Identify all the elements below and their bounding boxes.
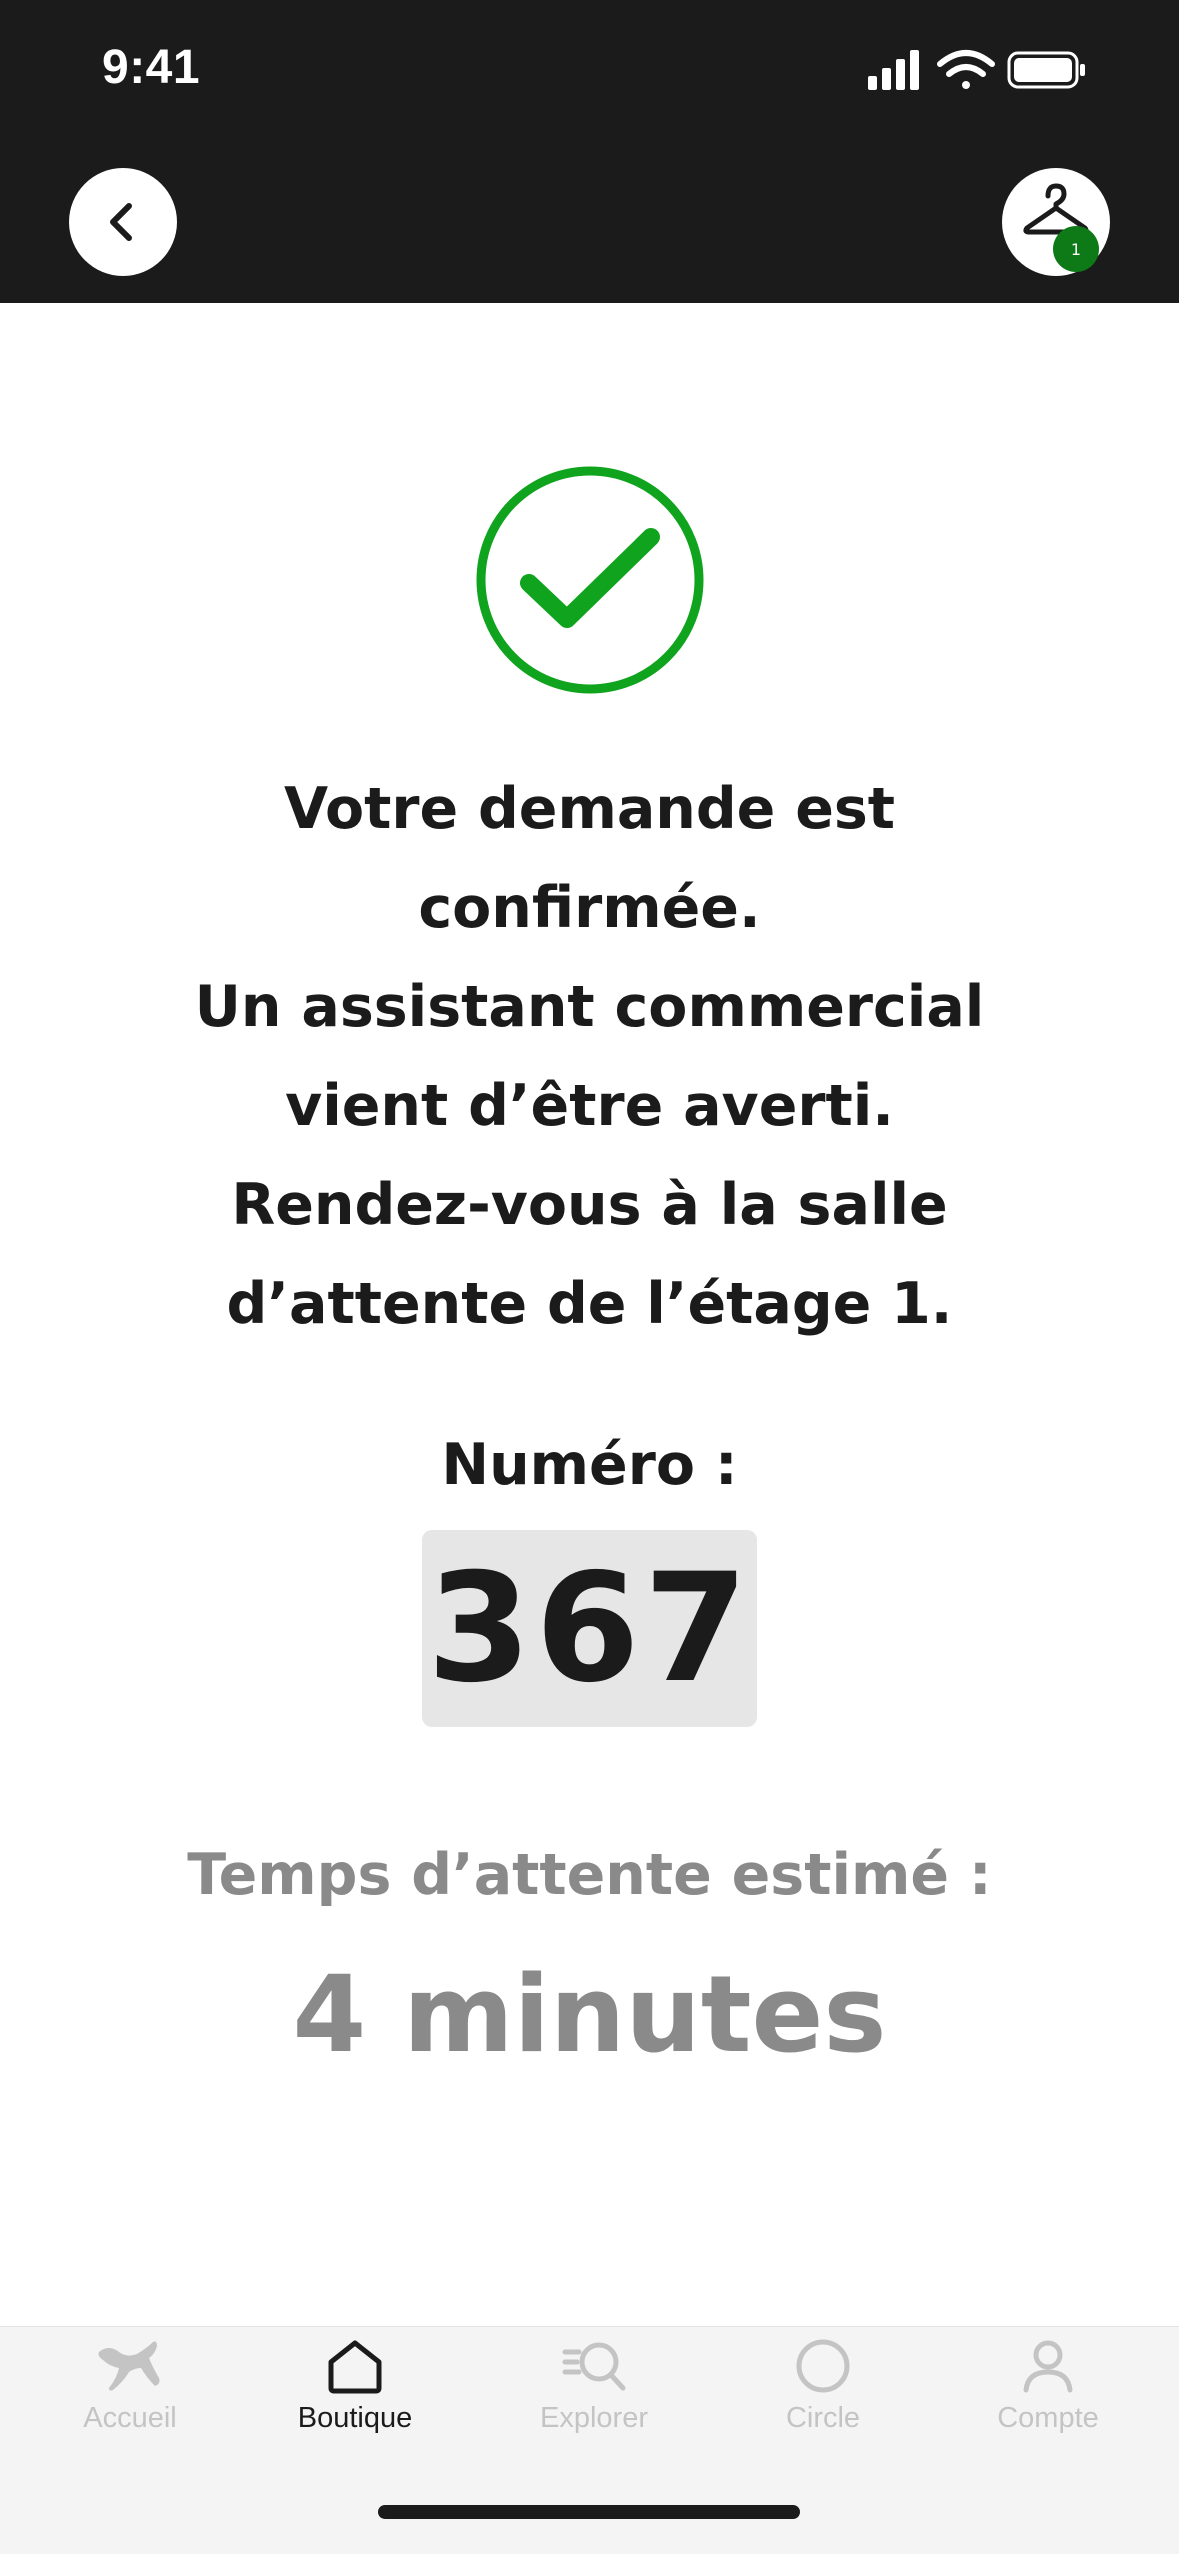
fitting-room-button[interactable]: 1 bbox=[1002, 168, 1110, 276]
success-check-icon bbox=[476, 466, 704, 694]
message-line: confirmée. bbox=[418, 875, 761, 941]
message-line: vient d’être averti. bbox=[285, 1073, 894, 1139]
tab-explorer[interactable]: Explorer bbox=[494, 2338, 694, 2458]
back-button[interactable] bbox=[69, 168, 177, 276]
person-icon bbox=[1023, 2340, 1073, 2393]
tab-label: Explorer bbox=[540, 2402, 648, 2434]
ticket-number: 367 bbox=[422, 1530, 757, 1727]
message-line: Rendez-vous à la salle bbox=[231, 1172, 948, 1238]
tab-label: Circle bbox=[785, 2402, 861, 2434]
circle-icon bbox=[796, 2339, 850, 2393]
message-line: d’attente de l’étage 1. bbox=[226, 1271, 953, 1337]
search-icon bbox=[562, 2342, 626, 2391]
status-icons bbox=[868, 50, 1085, 90]
top-header: 9:41 1 bbox=[0, 0, 1179, 303]
confirmation-message: Votre demande est confirmée. Un assistan… bbox=[150, 760, 1029, 1354]
chevron-left-icon bbox=[110, 203, 132, 241]
tab-label: Accueil bbox=[83, 2402, 177, 2434]
tab-accueil[interactable]: Accueil bbox=[30, 2338, 230, 2458]
home-indicator[interactable] bbox=[378, 2505, 800, 2519]
status-time: 9:41 bbox=[102, 41, 201, 94]
ticket-number-label: Numéro : bbox=[441, 1432, 738, 1498]
tab-compte[interactable]: Compte bbox=[948, 2338, 1148, 2458]
message-line: Votre demande est bbox=[283, 776, 896, 842]
wifi-icon bbox=[937, 50, 995, 89]
wait-time-label: Temps d’attente estimé : bbox=[187, 1842, 992, 1908]
tab-label: Boutique bbox=[297, 2402, 413, 2434]
battery-icon bbox=[1007, 51, 1085, 89]
message-line: Un assistant commercial bbox=[194, 974, 985, 1040]
tab-label: Compte bbox=[997, 2402, 1099, 2434]
home-icon bbox=[328, 2340, 382, 2394]
wait-time-value: 4 minutes bbox=[292, 1953, 887, 2076]
puma-icon bbox=[98, 2341, 160, 2391]
signal-icon bbox=[868, 50, 919, 90]
tab-circle[interactable]: Circle bbox=[723, 2338, 923, 2458]
tab-boutique[interactable]: Boutique bbox=[255, 2338, 455, 2458]
cart-count-badge: 1 bbox=[1053, 226, 1099, 272]
